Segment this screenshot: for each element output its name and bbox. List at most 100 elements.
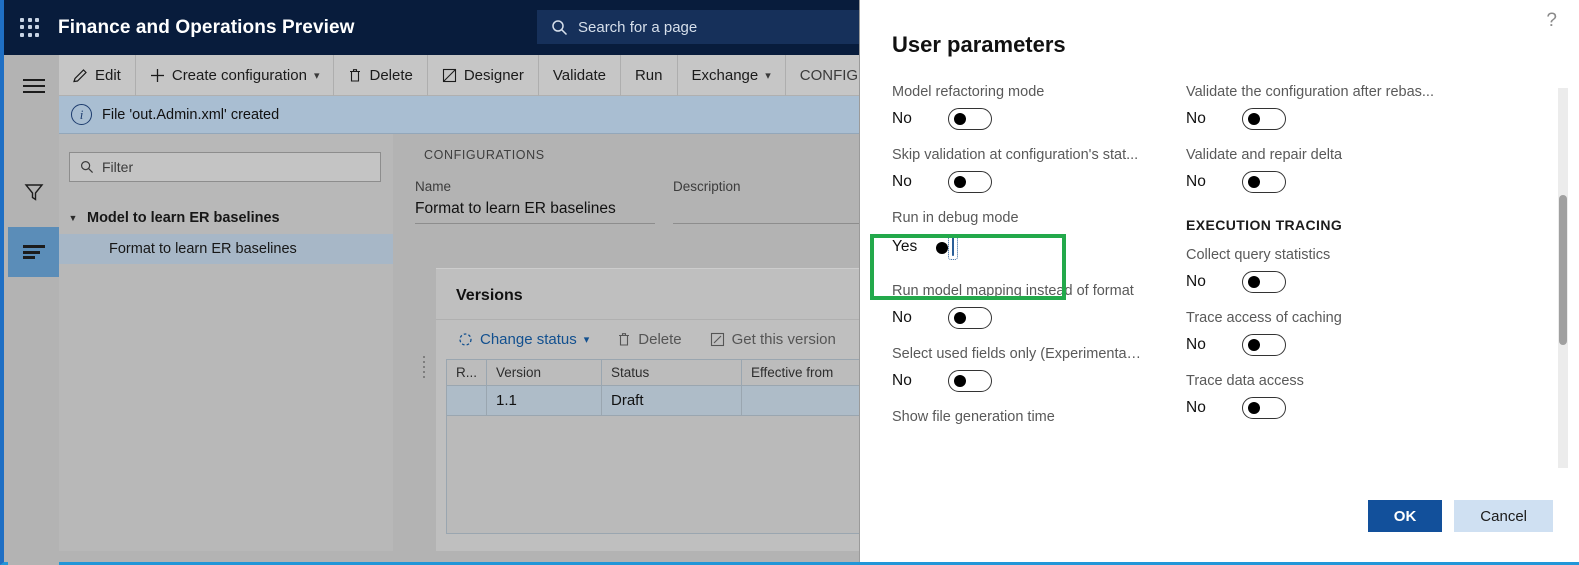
dialog-footer: OK Cancel <box>1367 500 1553 532</box>
param-value: No <box>892 110 912 127</box>
search-input[interactable]: Search for a page <box>537 10 897 44</box>
cell-status: Draft <box>601 385 743 416</box>
info-circle-icon: i <box>71 104 92 125</box>
trash-icon <box>617 332 631 347</box>
search-icon <box>551 19 568 36</box>
designer-label: Designer <box>463 66 524 84</box>
tree-item-model-label: Model to learn ER baselines <box>87 210 280 226</box>
param-label: Validate and repair delta <box>1186 147 1343 163</box>
refresh-dotted-icon <box>458 332 473 347</box>
param-validate-after-rebase: Validate the configuration after rebas..… <box>1186 84 1486 130</box>
param-skip-validation: Skip validation at configuration's stat.… <box>892 147 1192 193</box>
dialog-scrollbar[interactable] <box>1558 88 1568 468</box>
name-field-label: Name <box>415 179 452 194</box>
param-value: No <box>1186 336 1206 353</box>
panel-resize-handle[interactable] <box>423 356 429 378</box>
validate-label: Validate <box>552 66 606 84</box>
tree-item-format[interactable]: Format to learn ER baselines <box>59 234 393 264</box>
edit-square-icon <box>710 332 725 347</box>
param-label: Model refactoring mode <box>892 84 1045 100</box>
param-value: No <box>1186 173 1206 190</box>
left-icon-rail <box>8 55 59 565</box>
create-configuration-button[interactable]: Create configuration ▾ <box>136 54 335 96</box>
param-label: Collect query statistics <box>1186 247 1331 263</box>
hamburger-menu-icon[interactable] <box>8 61 59 111</box>
chevron-down-icon: ▾ <box>313 69 320 82</box>
edit-button[interactable]: Edit <box>59 54 136 96</box>
exchange-label: Exchange <box>691 66 759 84</box>
sidebar-item-list[interactable] <box>8 227 59 277</box>
col-r[interactable]: R... <box>445 359 488 386</box>
chevron-down-icon: ▾ <box>583 334 590 346</box>
dialog-body: Model refactoring mode No Skip validatio… <box>860 84 1550 474</box>
param-label: Validate the configuration after rebas..… <box>1186 84 1434 100</box>
run-label: Run <box>634 66 663 84</box>
cell-r <box>445 385 488 416</box>
dialog-title: User parameters <box>892 32 1066 57</box>
delete-button[interactable]: Delete <box>334 54 428 96</box>
cell-version: 1.1 <box>486 385 603 416</box>
name-field[interactable]: Name Format to learn ER baselines <box>415 179 655 224</box>
param-label: Run model mapping instead of format <box>892 283 1134 299</box>
trash-icon <box>348 68 362 83</box>
toggle-collect-query-statistics[interactable] <box>1242 271 1286 293</box>
waffle-icon[interactable] <box>20 17 40 38</box>
question-mark-icon[interactable]: ? <box>1546 10 1557 32</box>
col-status[interactable]: Status <box>601 359 743 386</box>
toggle-skip-validation[interactable] <box>948 171 992 193</box>
user-parameters-dialog: ? User parameters Model refactoring mode… <box>859 0 1579 562</box>
dialog-right-column: Validate the configuration after rebas..… <box>1186 84 1486 436</box>
param-value: No <box>892 372 912 389</box>
ok-button[interactable]: OK <box>1367 500 1443 532</box>
dialog-scrollbar-thumb[interactable] <box>1559 195 1567 345</box>
dialog-left-column: Model refactoring mode No Skip validatio… <box>892 84 1192 442</box>
col-version[interactable]: Version <box>486 359 603 386</box>
collapse-caret-icon[interactable]: ▼ <box>59 213 87 223</box>
exchange-button[interactable]: Exchange ▾ <box>678 54 786 96</box>
designer-button[interactable]: Designer <box>428 54 539 96</box>
change-status-button[interactable]: Change status ▾ <box>446 320 601 360</box>
param-value: No <box>892 173 912 190</box>
toggle-validate-and-repair-delta[interactable] <box>1242 171 1286 193</box>
filter-placeholder: Filter <box>102 159 134 175</box>
param-value: No <box>1186 110 1206 127</box>
designer-icon <box>442 68 457 83</box>
toggle-trace-data-access[interactable] <box>1242 397 1286 419</box>
list-icon <box>22 245 45 259</box>
tree-item-format-label: Format to learn ER baselines <box>109 241 297 257</box>
param-select-used-fields: Select used fields only (Experimental ..… <box>892 346 1192 392</box>
pencil-icon <box>73 68 88 83</box>
filter-input[interactable]: Filter <box>69 152 381 182</box>
param-label: Trace data access <box>1186 373 1304 389</box>
param-label: Trace access of caching <box>1186 310 1342 326</box>
versions-delete-button[interactable]: Delete <box>605 320 693 360</box>
run-button[interactable]: Run <box>621 54 678 96</box>
param-trace-data-access: Trace data access No <box>1186 373 1486 419</box>
notification-message: File 'out.Admin.xml' created <box>102 106 280 123</box>
toggle-run-in-debug-mode[interactable] <box>936 237 954 256</box>
toggle-validate-after-rebase[interactable] <box>1242 108 1286 130</box>
search-placeholder: Search for a page <box>578 18 698 36</box>
search-icon <box>80 160 94 174</box>
param-model-refactoring-mode: Model refactoring mode No <box>892 84 1192 130</box>
get-this-version-button[interactable]: Get this version <box>698 320 848 360</box>
validate-button[interactable]: Validate <box>539 54 621 96</box>
toggle-trace-access-of-caching[interactable] <box>1242 334 1286 356</box>
param-value: No <box>892 309 912 326</box>
edit-label: Edit <box>95 66 121 84</box>
toggle-model-refactoring-mode[interactable] <box>948 108 992 130</box>
param-label: Show file generation time <box>892 409 1055 425</box>
param-run-in-debug-mode: Run in debug mode Yes <box>892 210 1192 260</box>
chevron-down-icon: ▾ <box>765 69 771 82</box>
toggle-select-used-fields[interactable] <box>948 370 992 392</box>
filter-funnel-icon[interactable] <box>8 167 59 217</box>
tree-panel: Filter ▼ Model to learn ER baselines For… <box>59 134 393 551</box>
toggle-run-model-mapping[interactable] <box>948 307 992 329</box>
param-label: Run in debug mode <box>892 210 1019 226</box>
param-run-model-mapping: Run model mapping instead of format No <box>892 283 1192 329</box>
name-field-value: Format to learn ER baselines <box>415 200 655 224</box>
toggle-focus-ring <box>936 234 958 260</box>
tree-item-model[interactable]: ▼ Model to learn ER baselines <box>59 202 393 234</box>
cancel-button[interactable]: Cancel <box>1454 500 1553 532</box>
param-trace-access-of-caching: Trace access of caching No <box>1186 310 1486 356</box>
